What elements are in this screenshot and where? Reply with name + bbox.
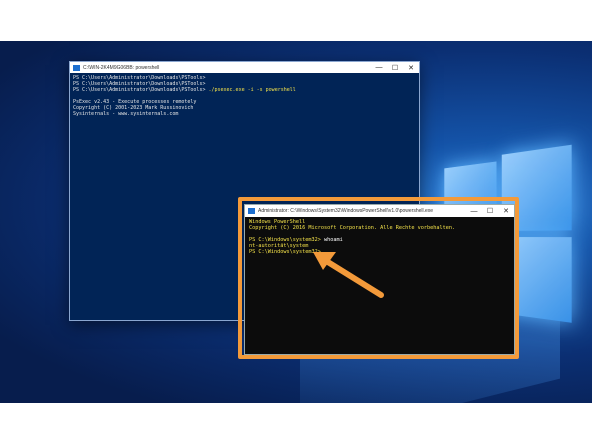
powershell-icon [73, 64, 80, 71]
admin-powershell-window[interactable]: Administrator: C:\Windows\System32\Windo… [244, 204, 515, 355]
minimize-button[interactable]: — [466, 205, 482, 217]
powershell-titlebar[interactable]: C:\WIN-2K4M9G06BB: powershell — ☐ ✕ [70, 62, 419, 73]
window-title: Administrator: C:\Windows\System32\Windo… [258, 208, 434, 214]
close-button[interactable]: ✕ [498, 205, 514, 217]
admin-titlebar[interactable]: Administrator: C:\Windows\System32\Windo… [245, 205, 514, 217]
maximize-button[interactable]: ☐ [482, 205, 498, 217]
console-output-line: Sysinternals - www.sysinternals.com [73, 111, 179, 117]
window-title: C:\WIN-2K4M9G06BB: powershell [83, 64, 160, 71]
powershell-console[interactable]: PS C:\Users\Administrator\Downloads\PSTo… [70, 73, 419, 119]
maximize-button[interactable]: ☐ [387, 62, 403, 73]
powershell-icon [248, 208, 255, 214]
minimize-button[interactable]: — [371, 62, 387, 73]
close-button[interactable]: ✕ [403, 62, 419, 73]
admin-console[interactable]: Windows PowerShell Copyright (C) 2016 Mic… [245, 217, 514, 257]
console-line: PS C:\Windows\system32> [249, 249, 321, 255]
